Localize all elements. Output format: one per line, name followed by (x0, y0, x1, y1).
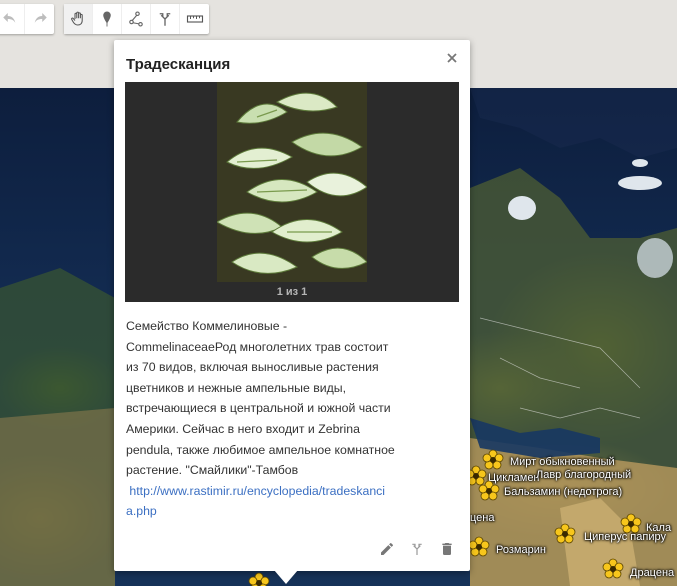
undo-icon (3, 13, 16, 23)
directions-icon (159, 13, 171, 26)
info-window-pointer (274, 570, 298, 584)
measure-button[interactable] (180, 4, 209, 34)
description-line: из 70 видов, включая выносливые растения (126, 360, 379, 375)
redo-icon (34, 13, 47, 23)
link-line: http://www.rastimir.ru/encyclopedia/trad… (126, 481, 416, 502)
description-line: Америки. Сейчас в него входит и Zebrina (126, 421, 360, 436)
info-window-title: Традесканция (126, 56, 231, 73)
map-marker-icon[interactable] (248, 572, 270, 586)
plant-photo-image (217, 82, 367, 282)
undo-button[interactable] (0, 4, 25, 34)
edit-icon (381, 542, 393, 555)
close-button[interactable] (444, 50, 460, 66)
directions-button[interactable] (406, 538, 428, 560)
map-marker-icon[interactable] (554, 523, 576, 545)
ruler-icon (186, 15, 203, 23)
description-line: Семейство Коммелиновые - (126, 319, 288, 333)
marker-label: Драцена (630, 567, 675, 579)
line-icon (129, 11, 143, 27)
photo-viewer: 1 из 1 (125, 82, 459, 302)
draw-line-button[interactable] (122, 4, 151, 34)
source-link[interactable]: http://www.rastimir.ru/encyclopedia/trad… (129, 484, 385, 498)
description-line: встречающиеся в центральной и южной част… (126, 401, 391, 416)
marker-label: Бальзамин (недотрога) (504, 486, 623, 498)
description-line: pendula, также любимое ампельное комнатн… (126, 442, 395, 457)
photo-counter: 1 из 1 (276, 286, 308, 298)
description-line: растение. "Смайлики"-Тамбов (126, 463, 299, 478)
delete-icon (442, 543, 452, 555)
marker-label: Циперус папиру (584, 531, 666, 543)
pan-tool-button[interactable] (64, 4, 93, 34)
marker-label: Лавр благородный (536, 469, 632, 481)
marker-label: цена (470, 512, 495, 524)
description: Семейство Коммелиновые - CommelinaceaeРо… (126, 316, 416, 522)
edit-button[interactable] (376, 538, 398, 560)
marker-label: Розмарин (496, 544, 546, 556)
tools-toolbar-group (64, 4, 209, 34)
history-toolbar-group (0, 4, 54, 34)
marker-label: Мирт обыкновенный (510, 456, 615, 468)
redo-button[interactable] (25, 4, 54, 34)
add-marker-button[interactable] (93, 4, 122, 34)
info-window: Традесканция 1 из 1 Семейство Коммелинов… (114, 40, 470, 571)
source-link-continued[interactable]: a.php (126, 504, 157, 518)
directions-button[interactable] (151, 4, 180, 34)
link-line: a.php (126, 501, 416, 522)
map-marker-icon[interactable] (602, 558, 624, 580)
description-line: цветников и нежные ампельные виды, (126, 380, 347, 395)
directions-icon (412, 543, 422, 555)
description-line: CommelinaceaeРод многолетних трав состои… (126, 339, 389, 354)
delete-button[interactable] (436, 538, 458, 560)
plant-photo[interactable] (217, 82, 367, 282)
close-icon (447, 53, 457, 63)
info-window-actions (376, 538, 458, 560)
map-marker-icon[interactable] (468, 536, 490, 558)
hand-icon (71, 11, 83, 26)
map-marker-icon[interactable] (478, 480, 500, 502)
marker-icon (103, 11, 111, 27)
